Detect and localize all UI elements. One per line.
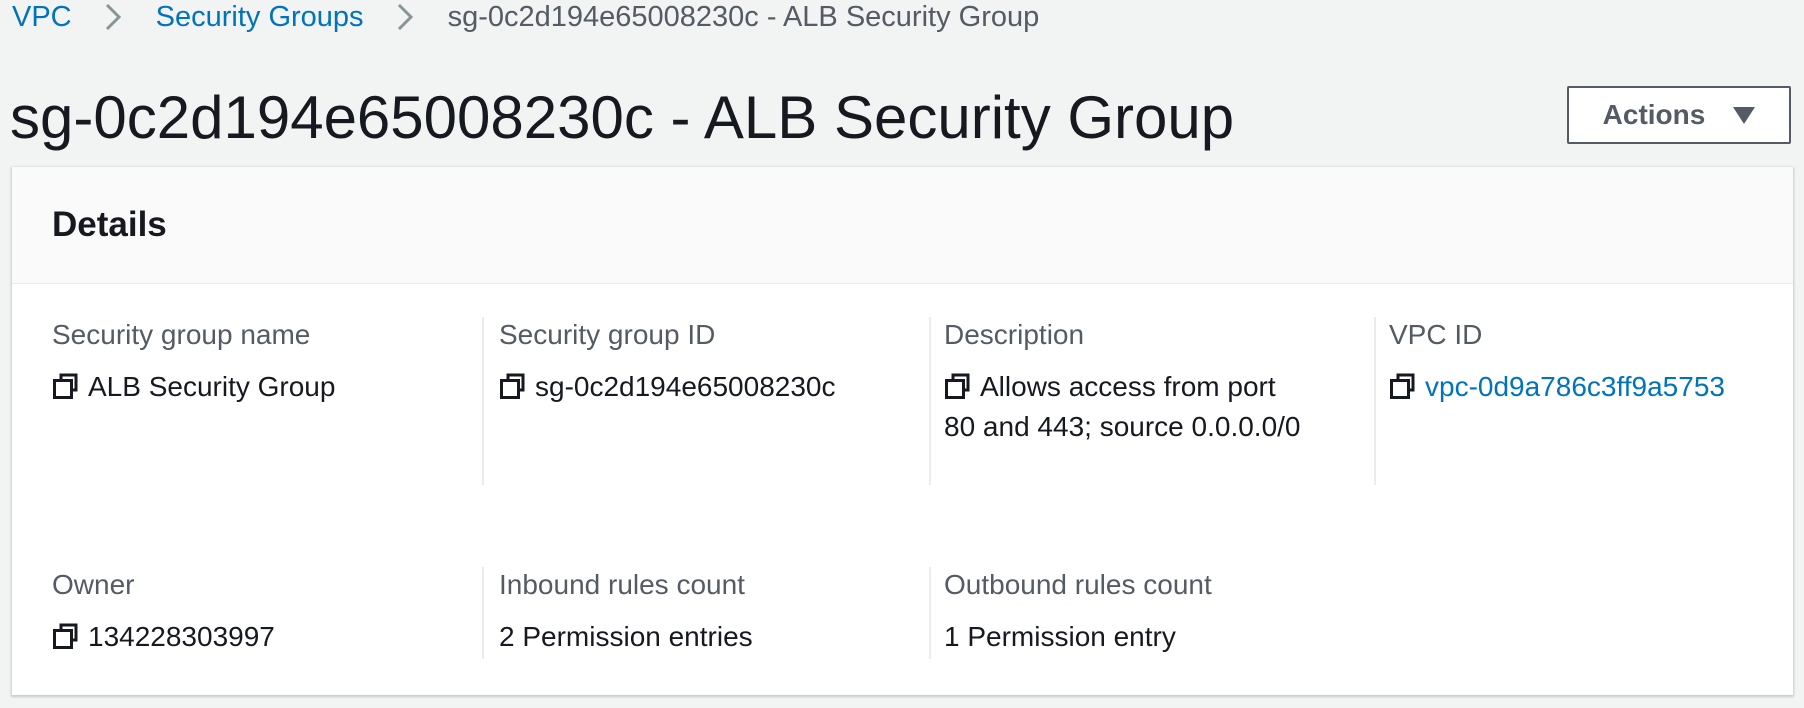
field-label: Description bbox=[944, 319, 1085, 350]
copy-icon[interactable] bbox=[52, 622, 78, 650]
breadcrumb-security-groups-link[interactable]: Security Groups bbox=[156, 1, 364, 34]
field-value: ALB Security Group bbox=[88, 371, 336, 402]
field-label: Security group ID bbox=[499, 319, 716, 350]
copy-icon[interactable] bbox=[944, 372, 970, 400]
field-label: Owner bbox=[52, 569, 135, 600]
page-title: sg-0c2d194e65008230c - ALB Security Grou… bbox=[10, 84, 1235, 151]
field-value: Allows access from port 80 and 443; sour… bbox=[944, 371, 1301, 442]
field-value: 134228303997 bbox=[88, 621, 275, 652]
actions-button[interactable]: Actions bbox=[1567, 86, 1791, 144]
field-inbound-rules-count: Inbound rules count 2 Permission entries bbox=[499, 567, 931, 659]
field-value: 2 Permission entries bbox=[499, 621, 753, 652]
field-owner: Owner 134228303997 bbox=[52, 567, 484, 659]
field-vpc-id: VPC ID vpc-0d9a786c3ff9a5753 bbox=[1389, 317, 1779, 485]
field-value: sg-0c2d194e65008230c bbox=[535, 371, 836, 402]
details-panel-title: Details bbox=[52, 205, 167, 244]
field-security-group-id: Security group ID sg-0c2d194e65008230c bbox=[499, 317, 931, 485]
field-description: Description Allows access from port 80 a… bbox=[944, 317, 1376, 485]
breadcrumb: VPC Security Groups sg-0c2d194e65008230c… bbox=[12, 0, 1039, 34]
vpc-id-link[interactable]: vpc-0d9a786c3ff9a5753 bbox=[1425, 371, 1725, 402]
breadcrumb-vpc-link[interactable]: VPC bbox=[12, 1, 72, 34]
copy-icon[interactable] bbox=[52, 372, 78, 400]
field-security-group-name: Security group name ALB Security Group bbox=[52, 317, 484, 485]
actions-button-label: Actions bbox=[1602, 99, 1706, 130]
copy-icon[interactable] bbox=[499, 372, 525, 400]
field-label: Security group name bbox=[52, 319, 311, 350]
field-outbound-rules-count: Outbound rules count 1 Permission entry bbox=[944, 567, 1374, 659]
details-panel: Details Security group name ALB Security… bbox=[12, 167, 1793, 695]
chevron-right-icon bbox=[397, 3, 413, 31]
details-panel-header: Details bbox=[12, 167, 1793, 284]
caret-down-icon bbox=[1733, 106, 1756, 124]
copy-icon[interactable] bbox=[1389, 372, 1415, 400]
field-label: Outbound rules count bbox=[944, 569, 1212, 600]
chevron-right-icon bbox=[105, 3, 121, 31]
breadcrumb-current-page: sg-0c2d194e65008230c - ALB Security Grou… bbox=[447, 0, 1040, 33]
field-label: VPC ID bbox=[1389, 319, 1483, 350]
field-value: 1 Permission entry bbox=[944, 621, 1176, 652]
field-label: Inbound rules count bbox=[499, 569, 745, 600]
